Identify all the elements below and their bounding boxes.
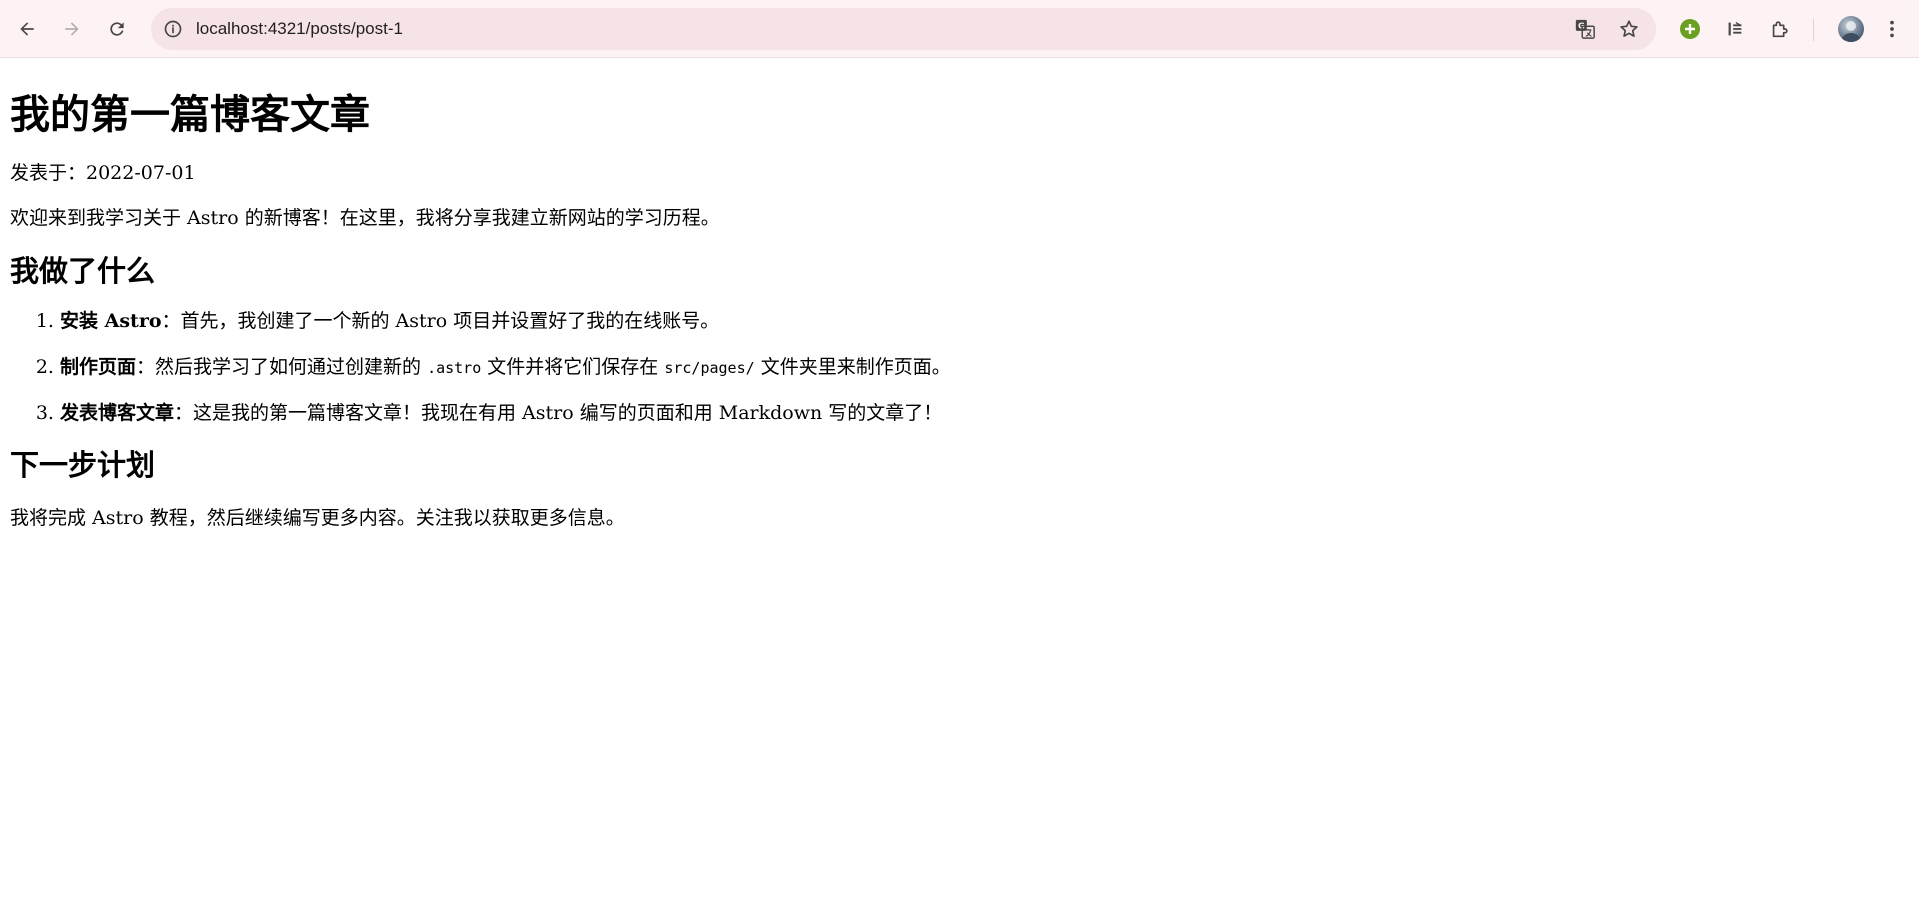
list-item-text: ：首先，我创建了一个新的 Astro 项目并设置好了我的在线账号。 [161, 310, 720, 332]
forward-button[interactable] [57, 14, 87, 44]
puzzle-icon [1772, 21, 1788, 38]
browser-toolbar: localhost:4321/posts/post-1 G [0, 0, 1919, 58]
translate-button[interactable]: G [1574, 18, 1596, 40]
avatar[interactable] [1838, 16, 1864, 42]
extensions-button[interactable] [1766, 15, 1794, 43]
bookmark-button[interactable] [1618, 18, 1640, 40]
profile-avatar-icon [1841, 21, 1861, 42]
info-circle-icon[interactable] [163, 19, 183, 39]
back-arrow-icon [20, 22, 34, 36]
list-item: 制作页面：然后我学习了如何通过创建新的 .astro 文件并将它们保存在 src… [60, 354, 1909, 381]
reload-icon [110, 22, 124, 36]
green-plus-extension-icon [1680, 19, 1700, 39]
list-item-text: ：这是我的第一篇博客文章！我现在有用 Astro 编写的页面和用 Markdow… [174, 402, 943, 424]
extension-green-button[interactable] [1676, 15, 1704, 43]
extension-reader-button[interactable] [1721, 15, 1749, 43]
list-item-strong: 制作页面 [60, 355, 137, 378]
address-bar[interactable]: localhost:4321/posts/post-1 G [151, 8, 1656, 50]
section-heading-what-i-did: 我做了什么 [10, 254, 156, 288]
list-item: 安装 Astro：首先，我创建了一个新的 Astro 项目并设置好了我的在线账号… [60, 308, 1909, 334]
post-intro: 欢迎来到我学习关于 Astro 的新博客！在这里，我将分享我建立新网站的学习历程… [10, 207, 720, 229]
post-outro: 我将完成 Astro 教程，然后继续编写更多内容。关注我以获取更多信息。 [10, 507, 625, 529]
post-date: 发表于：2022-07-01 [10, 162, 196, 184]
page-content: 我的第一篇博客文章 发表于：2022-07-01 欢迎来到我学习关于 Astro… [0, 58, 1919, 905]
url-text[interactable]: localhost:4321/posts/post-1 [196, 8, 403, 50]
menu-button[interactable] [1878, 15, 1906, 43]
star-icon [1620, 20, 1638, 37]
post-title: 我的第一篇博客文章 [10, 92, 370, 138]
list-item-text: 文件夹里来制作页面。 [754, 355, 951, 378]
reload-button[interactable] [102, 14, 132, 44]
steps-list: 安装 Astro：首先，我创建了一个新的 Astro 项目并设置好了我的在线账号… [10, 308, 1909, 426]
list-item-strong: 发表博客文章 [60, 402, 175, 424]
back-button[interactable] [12, 14, 42, 44]
list-item-text: 文件并将它们保存在 [481, 355, 665, 378]
reader-extension-icon [1728, 21, 1742, 36]
inline-code: src/pages/ [664, 358, 755, 377]
toolbar-divider [1813, 19, 1814, 41]
translate-icon: G [1575, 19, 1595, 39]
list-item: 发表博客文章：这是我的第一篇博客文章！我现在有用 Astro 编写的页面和用 M… [60, 400, 1909, 426]
section-heading-next-steps: 下一步计划 [10, 448, 156, 482]
forward-arrow-icon [65, 22, 79, 36]
inline-code: .astro [427, 358, 482, 377]
kebab-menu-icon [1890, 20, 1894, 38]
list-item-strong: 安装 Astro [60, 310, 162, 332]
list-item-text: ：然后我学习了如何通过创建新的 [136, 355, 428, 378]
